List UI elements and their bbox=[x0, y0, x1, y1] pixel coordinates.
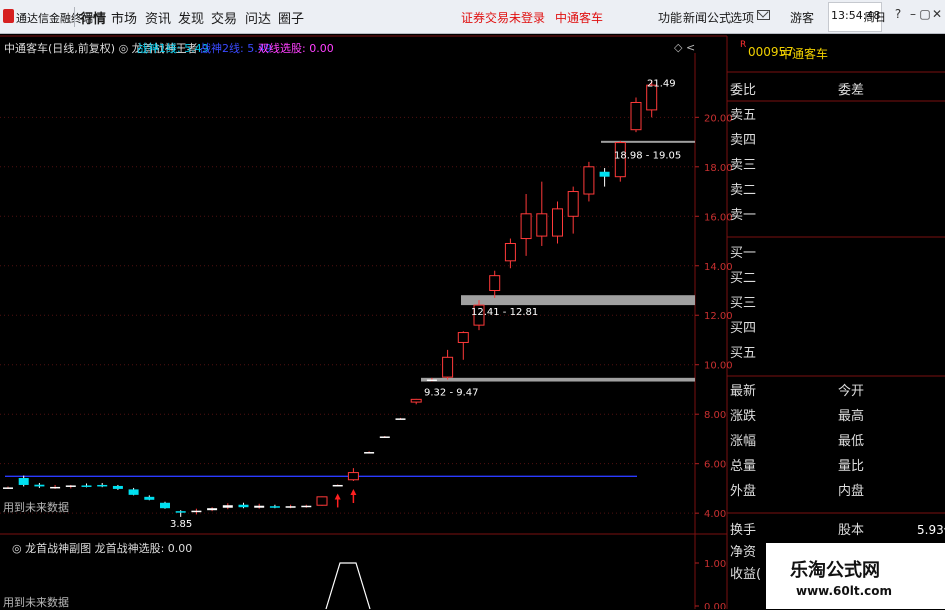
sub-y-tick-label: 0.00 bbox=[704, 602, 726, 609]
candle-body bbox=[128, 489, 139, 495]
stat-label: 量比 bbox=[838, 459, 865, 474]
weicha-label: 委差 bbox=[838, 83, 865, 98]
candle-body bbox=[410, 398, 422, 403]
candle-body bbox=[112, 485, 123, 489]
stat-label: 股本 bbox=[838, 523, 865, 538]
stat-label: 最新 bbox=[730, 384, 757, 399]
candle-body bbox=[332, 484, 343, 487]
buy-level-label: 买一 bbox=[730, 246, 757, 261]
candle-body bbox=[364, 452, 375, 454]
stat-label: 净资 bbox=[730, 545, 757, 560]
sub-y-tick-label: 1.00 bbox=[704, 559, 726, 570]
chevron-left-icon: < bbox=[686, 41, 695, 54]
subchart-signal-line bbox=[325, 562, 371, 609]
candle-body bbox=[254, 505, 265, 508]
candle-body bbox=[222, 505, 233, 508]
candle-body bbox=[567, 191, 579, 217]
watermark-url: www.60lt.com bbox=[796, 584, 893, 598]
y-tick-label: 20.00 bbox=[704, 113, 733, 124]
stat-label: 内盘 bbox=[838, 484, 865, 499]
candle-body bbox=[379, 436, 390, 438]
stat-label: 收益( bbox=[730, 567, 762, 582]
low-price-label: 3.85 bbox=[170, 519, 192, 530]
y-tick-label: 18.00 bbox=[704, 163, 733, 174]
candle-body bbox=[160, 502, 170, 509]
stat-label: 最低 bbox=[838, 434, 865, 449]
price-zone bbox=[421, 377, 695, 382]
candle-body bbox=[426, 379, 437, 382]
candle-body bbox=[18, 478, 29, 485]
y-tick-label: 4.00 bbox=[704, 509, 726, 520]
stat-label: 涨跌 bbox=[730, 409, 757, 424]
sell-level-label: 卖二 bbox=[730, 183, 757, 198]
candle-body bbox=[97, 484, 108, 487]
diamond-icon: ◇ bbox=[674, 41, 683, 54]
stat-label: 总量 bbox=[730, 459, 757, 474]
share-capital-value: 5.93亿 bbox=[917, 523, 945, 537]
rights-badge: R bbox=[740, 40, 747, 50]
sell-level-label: 卖四 bbox=[730, 133, 757, 148]
zone-mid-label: 12.41 - 12.81 bbox=[471, 307, 538, 318]
candle-body bbox=[583, 166, 595, 195]
zone-top-label: 18.98 - 19.05 bbox=[614, 151, 681, 162]
candle-body bbox=[520, 213, 532, 240]
candle-body bbox=[630, 101, 642, 131]
candle-body bbox=[81, 485, 92, 487]
watermark-title: 乐淘公式网 bbox=[790, 560, 880, 581]
stat-label: 涨幅 bbox=[730, 434, 757, 449]
candle-body bbox=[3, 487, 13, 489]
candle-body bbox=[347, 472, 359, 481]
price-zone bbox=[461, 295, 695, 306]
weibi-label: 委比 bbox=[730, 83, 757, 98]
candle-body bbox=[34, 484, 45, 487]
y-tick-label: 8.00 bbox=[704, 410, 726, 421]
candle-body bbox=[552, 208, 563, 237]
candle-body bbox=[144, 496, 155, 500]
high-price-label: 21.49 bbox=[647, 78, 676, 89]
stat-label: 外盘 bbox=[730, 484, 757, 499]
candle-body bbox=[536, 213, 548, 237]
candle-body bbox=[269, 506, 280, 508]
candle-body bbox=[175, 511, 186, 513]
buy-signal-arrow bbox=[350, 488, 357, 495]
buy-level-label: 买五 bbox=[730, 346, 757, 361]
buy-level-label: 买四 bbox=[730, 321, 757, 336]
candle-body bbox=[316, 496, 328, 506]
sell-level-label: 卖五 bbox=[730, 108, 757, 123]
stat-label: 最高 bbox=[838, 409, 865, 424]
sell-level-label: 卖三 bbox=[730, 158, 757, 173]
y-tick-label: 14.00 bbox=[704, 262, 733, 273]
candle-body bbox=[599, 171, 610, 177]
stat-label: 今开 bbox=[838, 384, 865, 399]
candle-body bbox=[301, 505, 312, 508]
buy-level-label: 买二 bbox=[730, 271, 757, 286]
candle-body bbox=[238, 504, 249, 508]
y-tick-label: 16.00 bbox=[704, 212, 733, 223]
buy-signal-arrow bbox=[334, 493, 341, 500]
candlestick-chart[interactable]: 4.00 6.00 8.00 10.00 12.00 14.00 16.00 18.00 20.… bbox=[0, 0, 945, 609]
y-tick-label: 6.00 bbox=[704, 460, 726, 471]
candle-body bbox=[442, 356, 454, 378]
candle-body bbox=[207, 508, 218, 511]
candle-body bbox=[489, 275, 501, 291]
candle-body bbox=[395, 418, 406, 420]
zone-low-label: 9.32 - 9.47 bbox=[424, 388, 479, 399]
candle-body bbox=[504, 242, 516, 262]
candle-body bbox=[285, 506, 296, 508]
stock-name: 中通客车 bbox=[780, 47, 829, 61]
buy-level-label: 买三 bbox=[730, 296, 757, 311]
stat-label: 换手 bbox=[730, 523, 757, 538]
y-tick-label: 12.00 bbox=[704, 311, 733, 322]
y-tick-label: 10.00 bbox=[704, 361, 733, 372]
candle-body bbox=[50, 486, 61, 489]
sell-level-label: 卖一 bbox=[730, 208, 757, 223]
candle-body bbox=[191, 510, 202, 513]
candle-body bbox=[65, 485, 76, 487]
candle-body bbox=[457, 332, 469, 343]
